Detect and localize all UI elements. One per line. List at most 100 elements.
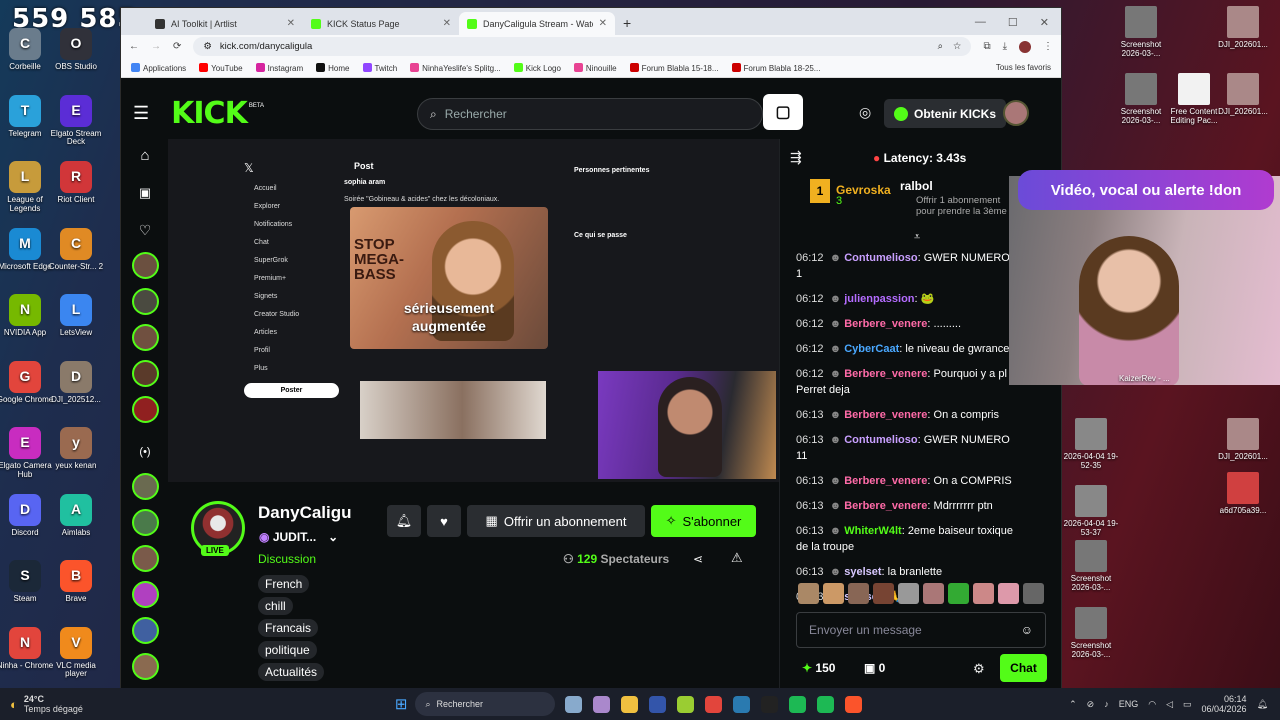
chevron-up-icon[interactable]: ⌃ [1069, 699, 1077, 710]
emote-icon[interactable] [898, 583, 919, 604]
zoom-icon[interactable]: ⌕ [938, 41, 943, 52]
new-tab-icon[interactable]: + [623, 15, 631, 31]
user-avatar[interactable] [1003, 100, 1029, 126]
chat-username[interactable]: CyberCaat [844, 343, 899, 355]
notifications-button[interactable]: 🔔︎ [387, 505, 421, 537]
followed-channel-avatar[interactable] [131, 396, 159, 423]
bookmark-item[interactable]: Kick Logo [513, 62, 561, 73]
close-window-icon[interactable]: ✕ [1040, 16, 1049, 29]
desktop-icon[interactable]: B Brave [46, 560, 106, 604]
chat-username[interactable]: Berbere_venere [844, 500, 927, 512]
notification-bell-icon[interactable]: 🔔︎ [1257, 699, 1268, 710]
chat-username[interactable]: Berbere_venere [844, 409, 927, 421]
taskbar-app-icon[interactable] [761, 695, 779, 713]
chat-username[interactable]: Berbere_venere [844, 318, 927, 330]
emoji-icon[interactable]: ☺ [1021, 623, 1033, 637]
desktop-icon[interactable]: O OBS Studio [46, 28, 106, 72]
desktop-file-icon[interactable]: Screenshot 2026-03-... [1110, 6, 1172, 59]
tab-kick-status[interactable]: KICK Status Page ✕ [303, 12, 459, 35]
desktop-file-icon[interactable]: DJI_202601... [1212, 73, 1274, 117]
desktop-icon[interactable]: E Elgato Stream Deck [46, 94, 106, 148]
bookmark-item[interactable]: Forum Blabla 18-25... [731, 62, 820, 73]
profile-avatar[interactable] [1019, 40, 1031, 53]
emote-icon[interactable] [998, 583, 1019, 604]
bookmark-item[interactable]: Forum Blabla 15-18... [629, 62, 719, 73]
emote-icon[interactable] [798, 583, 819, 604]
taskbar-app-icon[interactable] [817, 695, 835, 713]
bookmark-item[interactable]: Ninouille [573, 62, 617, 73]
home-icon[interactable]: ⌂ [140, 147, 149, 164]
theatre-mode-icon[interactable]: ▢ [763, 94, 803, 130]
desktop-file-icon[interactable]: Screenshot 2026-03-... [1060, 540, 1122, 593]
following-heart-icon[interactable]: ♡ [139, 222, 152, 239]
recommended-channel-avatar[interactable] [131, 545, 159, 572]
reload-icon[interactable]: ⟳ [173, 41, 181, 52]
taskbar-app-icon[interactable] [621, 695, 639, 713]
followed-channel-avatar[interactable] [131, 360, 159, 387]
maximize-icon[interactable]: ☐ [1008, 16, 1018, 29]
network-off-icon[interactable]: ⊘ [1087, 699, 1095, 710]
get-kicks-button[interactable]: Obtenir KICKs [884, 99, 1007, 128]
video-player[interactable]: 𝕏 Accueil Explorer Notifications Chat SuperG… [168, 139, 779, 482]
stream-tag[interactable]: Actualités [258, 663, 325, 681]
taskbar-app-icon[interactable] [565, 695, 583, 713]
followed-channel-avatar[interactable] [131, 252, 159, 279]
browse-icon[interactable]: ▣ [139, 185, 151, 201]
report-icon[interactable]: ⚠ [731, 550, 743, 566]
close-icon[interactable]: ✕ [443, 18, 451, 29]
clock[interactable]: 06:14 06/04/2026 [1202, 694, 1247, 714]
recommended-channel-avatar[interactable] [131, 653, 159, 680]
bookmark-item[interactable]: YouTube [199, 62, 243, 73]
menu-icon[interactable]: ⋮ [1043, 41, 1053, 52]
desktop-icon[interactable]: R Riot Client [46, 161, 106, 205]
taskbar-search[interactable]: ⌕ Rechercher [415, 692, 556, 716]
subscribe-button[interactable]: ✧ S'abonner [651, 505, 756, 537]
desktop-icon[interactable]: A Aimlabs [46, 493, 106, 538]
close-icon[interactable]: ✕ [599, 18, 607, 29]
gift-sub-button[interactable]: ▦ Offrir un abonnement [467, 505, 645, 537]
taskbar-app-icon[interactable] [789, 695, 807, 713]
recommended-channel-avatar[interactable] [131, 617, 159, 644]
recommended-channel-avatar[interactable] [131, 581, 159, 608]
stream-tag[interactable]: chill [258, 597, 293, 615]
emote-icon[interactable] [823, 583, 844, 604]
download-icon[interactable]: ⤓ [1003, 41, 1007, 52]
bookmark-item[interactable]: Home [316, 62, 350, 73]
taskbar-app-icon[interactable] [593, 695, 611, 713]
emote-icon[interactable] [1023, 583, 1044, 604]
desktop-icon[interactable]: V VLC media player [46, 626, 106, 680]
expand-leaderboard-icon[interactable]: ⩡ [914, 231, 920, 244]
notification-icon[interactable]: ◎ [859, 104, 871, 121]
emote-icon[interactable] [948, 583, 969, 604]
wifi-icon[interactable]: ◠ [1148, 699, 1156, 710]
chat-username[interactable]: syelset [844, 566, 881, 578]
kick-logo[interactable]: KICK [171, 96, 248, 131]
category-link[interactable]: Discussion [258, 552, 316, 566]
chevron-down-icon[interactable]: ⌄ [328, 530, 338, 544]
desktop-icon[interactable]: y yeux kenan [46, 427, 106, 471]
volume-icon[interactable]: ◁ [1166, 699, 1173, 710]
followed-channel-avatar[interactable] [131, 324, 159, 351]
desktop-icon[interactable]: D DJI_202512... [46, 360, 106, 405]
streamer-name[interactable]: DanyCaligu [258, 503, 352, 523]
language-indicator[interactable]: ENG [1119, 699, 1139, 709]
desktop-file-icon[interactable]: DJI_202601... [1212, 6, 1274, 50]
start-icon[interactable]: ⊞ [395, 695, 408, 713]
kicks-balance[interactable]: ✦ 150 [802, 661, 835, 675]
hamburger-menu-icon[interactable]: ☰ [133, 103, 149, 124]
url-field[interactable]: ⚙ kick.com/danycaligula ⌕ ☆ [193, 37, 972, 56]
chat-username[interactable]: WhiterW4lt [844, 525, 901, 537]
taskbar-app-icon[interactable] [845, 695, 863, 713]
collapse-chat-icon[interactable]: ⇶ [790, 149, 802, 166]
share-icon[interactable]: ⋖ [693, 552, 703, 566]
emote-icon[interactable] [923, 583, 944, 604]
back-icon[interactable]: ← [129, 41, 139, 52]
site-info-icon[interactable]: ⚙ [203, 41, 212, 52]
taskbar-app-icon[interactable] [705, 695, 723, 713]
chat-input[interactable]: Envoyer un message ☺ [796, 612, 1046, 648]
desktop-file-icon[interactable]: 2026-04-04 19-53-37 [1060, 485, 1122, 538]
desktop-icon[interactable]: C Counter-Str... 2 [46, 227, 106, 272]
bookmark-item[interactable]: Applications [131, 62, 186, 73]
minimize-icon[interactable]: — [975, 16, 986, 29]
forward-icon[interactable]: → [151, 41, 161, 52]
